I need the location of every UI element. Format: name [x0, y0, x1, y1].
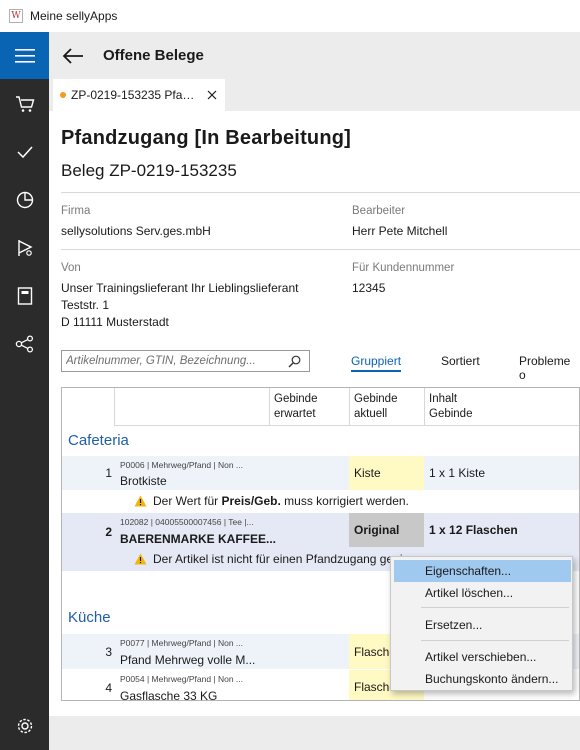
gebinde-aktuell-cell[interactable]: Original	[349, 513, 424, 547]
tab-close-button[interactable]	[203, 86, 221, 104]
search-icon	[288, 355, 300, 367]
menu-item-eigenschaften[interactable]: Eigenschaften...	[394, 560, 571, 582]
unsaved-indicator	[60, 92, 66, 98]
column-header-label: Gebinde	[354, 393, 398, 405]
column-header-label: erwartet	[274, 408, 316, 420]
von-label: Von	[61, 262, 81, 274]
column-header-label: Gebinde	[429, 408, 473, 420]
window-titlebar: W Meine sellyApps	[0, 0, 580, 32]
article-meta: P0077 | Mehrweg/Pfand | Non ...	[120, 638, 244, 648]
von-line-3: D 11111 Musterstadt	[61, 315, 169, 329]
row-number: 4	[105, 681, 112, 695]
row-number: 2	[105, 525, 112, 539]
route-icon	[17, 240, 33, 256]
close-icon	[207, 90, 217, 100]
gebinde-aktuell-cell[interactable]: Kiste	[349, 456, 424, 490]
search-input[interactable]	[62, 355, 284, 367]
tab-sorted[interactable]: Sortiert	[441, 354, 480, 368]
window-title: Meine sellyApps	[30, 9, 118, 23]
group-header-kueche[interactable]: Küche	[68, 609, 111, 626]
article-name: BAERENMARKE KAFFEE...	[120, 532, 277, 546]
hamburger-menu-button[interactable]	[0, 32, 49, 79]
page-header: Offene Belege	[49, 32, 580, 79]
menu-item-artikel-loeschen[interactable]: Artikel löschen...	[394, 582, 571, 604]
document-subtitle: Beleg ZP-0219-153235	[61, 161, 237, 180]
row-warning: Der Artikel ist nicht für einen Pfandzug…	[134, 552, 402, 566]
column-header-label: Inhalt	[429, 393, 458, 405]
back-button[interactable]	[61, 44, 85, 68]
inhalt-gebinde-cell: 1 x 12 Flaschen	[429, 523, 518, 537]
nav-connections[interactable]	[0, 324, 49, 364]
group-header-cafeteria[interactable]: Cafeteria	[68, 432, 129, 449]
column-header-label: Gebinde	[274, 393, 318, 405]
pie-chart-icon	[16, 191, 33, 209]
search-button[interactable]	[284, 355, 304, 368]
document-tab-strip: ZP-0219-153235 Pfa…	[49, 79, 580, 111]
column-header-inhalt-gebinde[interactable]: Inhalt Gebinde	[424, 388, 579, 426]
column-header-article[interactable]	[114, 388, 269, 426]
column-header-gebinde-erwartet[interactable]: Gebinde erwartet	[269, 388, 349, 426]
tab-document[interactable]: ZP-0219-153235 Pfa…	[53, 79, 225, 111]
warning-text: muss korrigiert werden.	[280, 494, 409, 508]
bottom-bar	[49, 716, 580, 750]
article-meta: P0054 | Mehrweg/Pfand | Non ...	[120, 674, 244, 684]
row-number: 1	[105, 466, 112, 480]
article-name: Gasflasche 33 KG	[120, 689, 218, 701]
page-title: Offene Belege	[103, 47, 204, 64]
von-line-1: Unser Trainingslieferant Ihr Lieblingsli…	[61, 281, 299, 295]
tab-problems[interactable]: Probleme o	[519, 354, 580, 382]
nav-statistics[interactable]	[0, 180, 49, 220]
von-line-2: Teststr. 1	[61, 298, 110, 312]
row-warning: Der Wert für Preis/Geb. muss korrigiert …	[134, 494, 409, 508]
inhalt-gebinde-cell: 1 x 1 Kiste	[429, 466, 486, 480]
checkmark-icon	[16, 146, 33, 159]
menu-item-buchungskonto-aendern[interactable]: Buchungskonto ändern...	[394, 668, 571, 690]
back-arrow-icon	[62, 47, 83, 64]
app-logo-icon: W	[9, 9, 23, 23]
firma-label: Firma	[61, 205, 91, 217]
article-meta: P0006 | Mehrweg/Pfand | Non ...	[120, 460, 244, 470]
bearbeiter-label: Bearbeiter	[352, 205, 406, 217]
firma-value: sellysolutions Serv.ges.mbH	[61, 224, 211, 238]
nav-shop[interactable]	[0, 84, 49, 124]
hamburger-menu-icon	[14, 48, 35, 63]
article-name: Brotkiste	[120, 474, 167, 488]
bearbeiter-value: Herr Pete Mitchell	[352, 224, 448, 238]
sidebar	[0, 32, 49, 750]
menu-item-artikel-verschieben[interactable]: Artikel verschieben...	[394, 646, 571, 668]
nav-catalog[interactable]	[0, 276, 49, 316]
share-icon	[15, 335, 33, 353]
menu-item-ersetzen[interactable]: Ersetzen...	[394, 614, 571, 636]
nav-settings[interactable]	[0, 706, 49, 746]
warning-text: Der Wert für	[153, 494, 222, 508]
warning-field: Preis/Geb.	[221, 494, 281, 508]
table-row[interactable]: 1 P0006 | Mehrweg/Pfand | Non ... Brotki…	[62, 456, 579, 490]
divider	[61, 192, 580, 193]
menu-separator	[421, 640, 569, 641]
divider	[61, 249, 580, 250]
book-icon	[17, 287, 32, 305]
context-menu: Eigenschaften... Artikel löschen... Erse…	[390, 556, 573, 691]
article-name: Pfand Mehrweg volle M...	[120, 653, 256, 667]
article-search-box	[61, 350, 310, 372]
document-title: Pfandzugang [In Bearbeitung]	[61, 127, 352, 149]
tab-grouped[interactable]: Gruppiert	[351, 354, 402, 372]
warning-text: Der Artikel ist nicht für einen Pfandzug…	[153, 552, 403, 566]
menu-separator	[421, 607, 569, 608]
kundennummer-label: Für Kundennummer	[352, 262, 455, 274]
column-header-label: aktuell	[354, 408, 388, 420]
settings-gear-icon	[17, 718, 32, 734]
nav-routes[interactable]	[0, 228, 49, 268]
cart-icon	[15, 96, 34, 112]
nav-done[interactable]	[0, 132, 49, 172]
column-header-gebinde-aktuell[interactable]: Gebinde aktuell	[349, 388, 424, 426]
warning-icon	[134, 495, 147, 507]
row-number: 3	[105, 645, 112, 659]
kundennummer-value: 12345	[352, 281, 386, 295]
warning-icon	[134, 553, 147, 565]
article-meta: 102082 | 04005500007456 | Tee |...	[120, 517, 254, 527]
tab-label: ZP-0219-153235 Pfa…	[71, 88, 195, 102]
